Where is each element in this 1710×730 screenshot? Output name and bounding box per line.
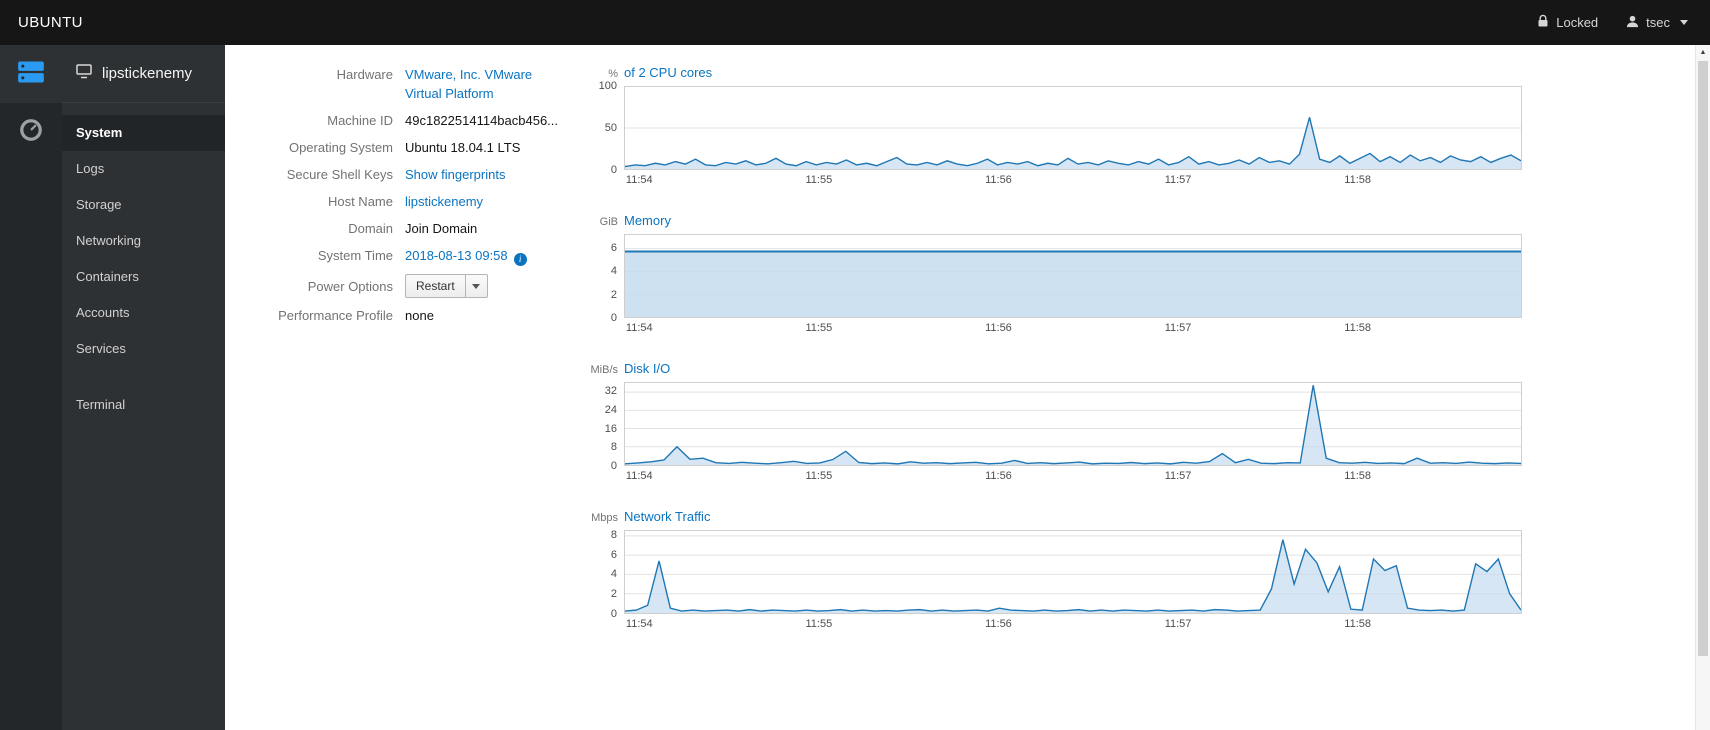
locked-label: Locked <box>1556 15 1599 30</box>
sidebar-item-networking[interactable]: Networking <box>62 223 225 259</box>
hostname-label: lipstickenemy <box>102 65 193 82</box>
scrollbar[interactable]: ▲ <box>1695 45 1710 730</box>
hardware-label: Hardware <box>336 67 393 82</box>
machine-id-label: Machine ID <box>327 113 393 128</box>
performance-profile-row: Performance Profile none <box>225 306 590 325</box>
power-options-dropdown-button[interactable] <box>464 275 487 297</box>
host-header[interactable]: lipstickenemy <box>62 45 225 103</box>
network-y-axis: 86420 <box>610 528 617 620</box>
locked-indicator[interactable]: Locked <box>1537 14 1598 31</box>
network-plot-area <box>624 530 1522 614</box>
brand-logo: UBUNTU <box>18 14 83 31</box>
sidebar-item-system[interactable]: System <box>62 115 225 151</box>
scroll-up-arrow-icon[interactable]: ▲ <box>1696 45 1710 60</box>
scrollbar-thumb[interactable] <box>1698 61 1708 656</box>
memory-chart: GiB Memory 6420 11:54 11:55 11:56 11:57 11:5… <box>590 213 1522 335</box>
ssh-keys-label: Secure Shell Keys <box>286 167 393 182</box>
sidebar-item-containers[interactable]: Containers <box>62 259 225 295</box>
system-time-row: System Time 2018-08-13 09:58 i <box>225 246 590 266</box>
network-x-axis: 11:54 11:55 11:56 11:57 11:58 <box>625 618 1372 630</box>
cpu-x-axis: 11:54 11:55 11:56 11:57 11:58 <box>625 174 1372 186</box>
sidebar-menu: System Logs Storage Networking Container… <box>62 103 225 423</box>
chevron-down-icon <box>1680 20 1688 25</box>
power-options-row: Power Options Restart <box>225 274 590 298</box>
disk-io-y-axis: 32 24 16 8 0 <box>604 385 617 472</box>
memory-y-axis: 6420 <box>610 242 617 324</box>
user-icon <box>1626 15 1639 31</box>
hardware-row: Hardware VMware, Inc. VMware Virtual Pla… <box>225 65 590 103</box>
server-icon <box>17 60 45 89</box>
network-chart-title-link[interactable]: Network Traffic <box>624 509 710 524</box>
monitor-icon <box>76 64 92 83</box>
hardware-link[interactable]: VMware, Inc. VMware Virtual Platform <box>405 67 532 101</box>
cpu-plot-area <box>624 86 1522 170</box>
memory-chart-title-link[interactable]: Memory <box>624 213 671 228</box>
disk-io-unit-label: MiB/s <box>590 364 619 376</box>
performance-profile-label: Performance Profile <box>278 308 393 323</box>
host-rail <box>0 45 62 730</box>
charts-panel: % of 2 CPU cores 100 50 0 11:54 11:55 11:56 1… <box>590 65 1522 730</box>
user-menu[interactable]: tsec <box>1626 15 1688 31</box>
sidebar-nav: lipstickenemy System Logs Storage Networ… <box>62 45 225 730</box>
host-name-label: Host Name <box>327 194 393 209</box>
operating-system-value: Ubuntu 18.04.1 LTS <box>405 140 521 155</box>
restart-button[interactable]: Restart <box>406 275 465 297</box>
ssh-keys-row: Secure Shell Keys Show fingerprints <box>225 165 590 184</box>
network-traffic-chart: Mbps Network Traffic 86420 11:54 11:55 11:… <box>590 509 1522 631</box>
host-name-row: Host Name lipstickenemy <box>225 192 590 211</box>
join-domain-link[interactable]: Join Domain <box>405 221 477 236</box>
caret-down-icon <box>472 283 481 289</box>
domain-row: Domain Join Domain <box>225 219 590 238</box>
sidebar-item-accounts[interactable]: Accounts <box>62 295 225 331</box>
system-info-panel: Hardware VMware, Inc. VMware Virtual Pla… <box>225 65 590 730</box>
sidebar-item-logs[interactable]: Logs <box>62 151 225 187</box>
cpu-chart-title-link[interactable]: of 2 CPU cores <box>624 65 712 80</box>
cpu-y-axis: 100 50 0 <box>598 80 617 176</box>
machine-id-row: Machine ID 49c1822514114bacb456... <box>225 111 590 130</box>
main-content: Hardware VMware, Inc. VMware Virtual Pla… <box>225 45 1695 730</box>
disk-io-x-axis: 11:54 11:55 11:56 11:57 11:58 <box>625 470 1372 482</box>
power-options-split-button: Restart <box>405 274 488 298</box>
info-icon[interactable]: i <box>513 253 527 266</box>
disk-io-plot-area <box>624 382 1522 466</box>
operating-system-row: Operating System Ubuntu 18.04.1 LTS <box>225 138 590 157</box>
sidebar-item-storage[interactable]: Storage <box>62 187 225 223</box>
rail-item-host[interactable] <box>0 45 62 103</box>
gauge-icon <box>18 117 44 148</box>
disk-io-chart-title-link[interactable]: Disk I/O <box>624 361 670 376</box>
performance-profile-value: none <box>405 308 434 323</box>
network-unit-label: Mbps <box>591 512 618 524</box>
username-label: tsec <box>1646 15 1670 30</box>
rail-item-dashboard[interactable] <box>0 103 62 161</box>
memory-x-axis: 11:54 11:55 11:56 11:57 11:58 <box>625 322 1372 334</box>
operating-system-label: Operating System <box>288 140 393 155</box>
lock-icon <box>1537 14 1549 31</box>
memory-unit-label: GiB <box>599 216 618 228</box>
cpu-chart: % of 2 CPU cores 100 50 0 11:54 11:55 11:56 1… <box>590 65 1522 187</box>
masthead: UBUNTU Locked tsec <box>0 0 1710 45</box>
sidebar-item-services[interactable]: Services <box>62 331 225 367</box>
system-time-link[interactable]: 2018-08-13 09:58 <box>405 248 508 263</box>
system-time-label: System Time <box>317 248 393 263</box>
host-name-link[interactable]: lipstickenemy <box>405 194 483 209</box>
show-fingerprints-link[interactable]: Show fingerprints <box>405 167 505 182</box>
machine-id-value: 49c1822514114bacb456... <box>405 113 559 128</box>
disk-io-chart: MiB/s Disk I/O 32 24 16 8 0 11:54 11:55 11:56 1… <box>590 361 1522 483</box>
power-options-label: Power Options <box>307 278 393 294</box>
sidebar-item-terminal[interactable]: Terminal <box>62 387 225 423</box>
domain-label: Domain <box>348 221 393 236</box>
memory-plot-area <box>624 234 1522 318</box>
cpu-unit-label: % <box>608 68 618 80</box>
